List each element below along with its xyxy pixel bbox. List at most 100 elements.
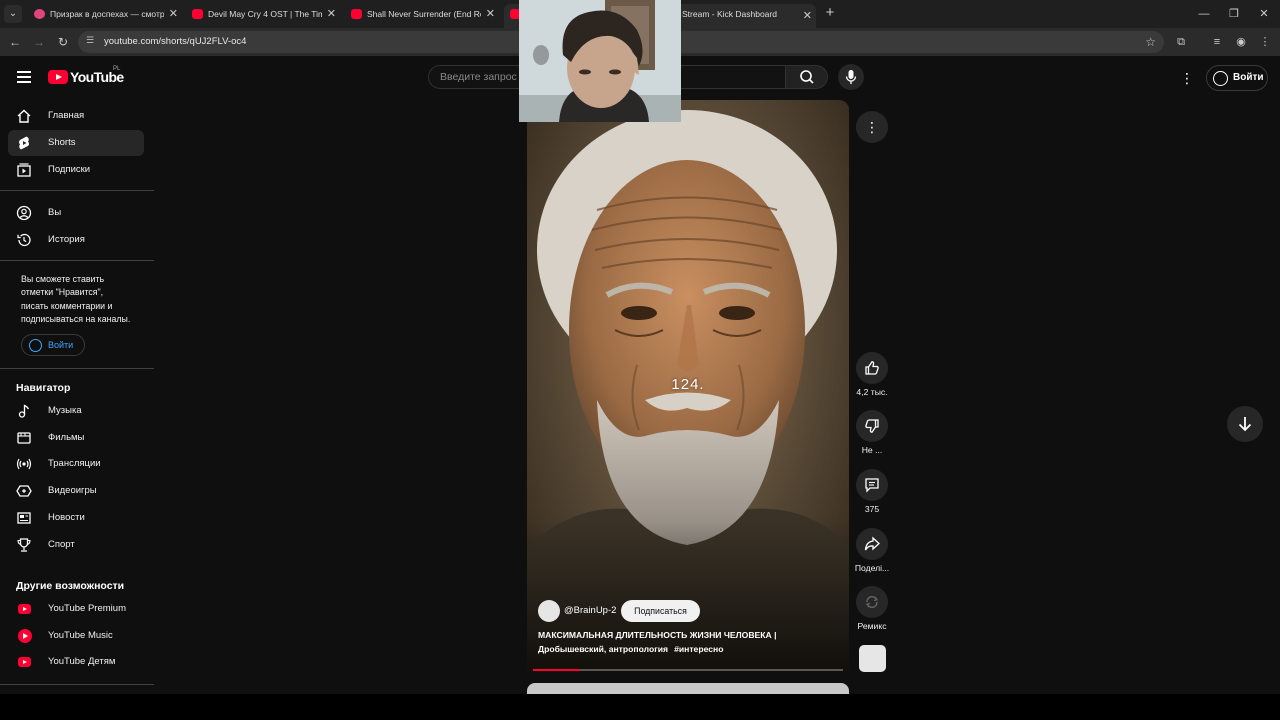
comments-button[interactable]: 375 (852, 469, 892, 514)
trophy-icon (17, 538, 31, 552)
subscriptions-icon (17, 163, 31, 177)
tab-close-icon[interactable]: ✕ (169, 4, 178, 24)
tab-search-chevron-icon[interactable]: ⌄ (4, 5, 22, 23)
dislike-circle (856, 410, 888, 442)
promo-line: Вы сможете ставить (21, 274, 105, 284)
region-code: PL (113, 66, 121, 72)
sidebar-item-subscriptions[interactable]: Подписки (8, 157, 144, 183)
shorts-icon (19, 136, 29, 150)
bottom-bar (0, 694, 1280, 720)
guide-menu-icon[interactable] (14, 68, 34, 88)
live-broadcast-icon (16, 458, 32, 470)
playback-progress-bar[interactable] (533, 669, 843, 671)
sign-in-button[interactable]: Войти (1206, 65, 1268, 91)
share-arrow-icon (864, 536, 880, 551)
browser-tab[interactable]: Призрак в доспехах — смотреть ✕ (28, 4, 182, 24)
youtube-kids-icon (18, 657, 31, 667)
comments-circle (856, 469, 888, 501)
tab-close-icon[interactable]: ✕ (803, 6, 812, 26)
dislike-button[interactable]: Не ... (852, 410, 892, 455)
tab-title: Devil May Cry 4 OST | The Time (208, 9, 322, 19)
account-icon (1213, 71, 1228, 86)
sidebar-item-you[interactable]: Вы (8, 200, 144, 226)
sidebar-item-label: Спорт (48, 539, 75, 550)
sign-in-label: Войти (1233, 72, 1264, 83)
extensions-icon[interactable]: ⧉ (1172, 33, 1190, 51)
new-tab-button[interactable]: + (822, 3, 838, 23)
remix-button[interactable]: Ремикс (852, 586, 892, 631)
youtube-premium-icon (18, 604, 31, 614)
navigator-heading: Навигатор (16, 382, 71, 394)
more-from-youtube-heading: Другие возможности (16, 580, 125, 592)
sidebar-item-label: История (48, 234, 85, 245)
sidebar-item-label: Трансляции (48, 458, 101, 469)
profile-icon[interactable]: ◉ (1232, 33, 1250, 51)
site-info-icon[interactable]: ☰ (86, 35, 98, 49)
sidebar-item-home[interactable]: Главная (8, 103, 144, 129)
tab-favicon-icon (351, 9, 362, 19)
film-icon (17, 432, 31, 444)
promo-line: писать комментарии и (21, 300, 113, 311)
close-window-icon[interactable]: ✕ (1250, 4, 1278, 24)
sidebar-item-label: Видеоигры (48, 485, 97, 496)
thumbs-down-icon (865, 419, 879, 433)
browser-menu-icon[interactable]: ⋮ (1256, 33, 1274, 51)
sidebar-item-label: Музыка (48, 405, 82, 416)
sidebar-item-history[interactable]: История (8, 227, 144, 253)
address-url: youtube.com/shorts/qUJ2FLV-oc4 (104, 36, 247, 47)
thumbs-up-icon (865, 361, 879, 375)
comment-count: 375 (864, 504, 880, 514)
back-arrow-icon[interactable]: ← (6, 33, 24, 51)
search-icon (800, 70, 814, 84)
sidebar-item-live[interactable]: Трансляции (8, 451, 144, 477)
like-button[interactable]: 4,2 тыс. (852, 352, 892, 397)
hashtag-link[interactable]: #интересно (674, 644, 723, 654)
sidebar-item-label: Shorts (48, 137, 76, 148)
short-title[interactable]: МАКСИМАЛЬНАЯ ДЛИТЕЛЬНОСТЬ ЖИЗНИ ЧЕЛОВЕКА… (538, 629, 838, 656)
tab-favicon-icon (34, 9, 45, 19)
reload-icon[interactable]: ↻ (54, 33, 72, 51)
browser-tab[interactable]: Devil May Cry 4 OST | The Time ✕ (186, 4, 340, 24)
sidebar-item-music[interactable]: Музыка (8, 398, 144, 424)
sidebar-item-youtube-music[interactable]: YouTube Music (8, 623, 144, 649)
sidebar-item-shorts[interactable]: Shorts (8, 130, 144, 156)
search-button[interactable] (786, 65, 828, 89)
sidebar-item-youtube-kids[interactable]: YouTube Детям (8, 649, 144, 675)
forward-arrow-icon[interactable]: → (30, 33, 48, 51)
bookmark-star-icon[interactable]: ☆ (1145, 31, 1156, 53)
sidebar-item-youtube-premium[interactable]: YouTube Premium (8, 596, 144, 622)
account-icon (29, 339, 42, 352)
remix-label: Ремикс (857, 621, 887, 631)
tab-title: Stream - Kick Dashboard (682, 9, 777, 19)
channel-thumbnail[interactable] (859, 645, 886, 672)
media-controls-icon[interactable]: ≡ (1208, 33, 1226, 51)
youtube-music-icon (18, 629, 32, 643)
minimize-window-icon[interactable]: — (1190, 4, 1218, 24)
next-short-button[interactable] (1227, 406, 1263, 442)
sidebar-sign-in-label: Войти (48, 340, 74, 350)
sidebar-item-news[interactable]: Новости (8, 505, 144, 531)
sidebar-divider (0, 190, 154, 191)
sign-in-promo-text: Вы сможете ставить отметки "Нравится", п… (21, 273, 146, 327)
shorts-video-player[interactable]: 124. @BrainUp-2 Подписаться МАКСИМАЛЬНАЯ… (527, 100, 849, 673)
browser-tab[interactable]: Shall Never Surrender (End Roll ✕ (345, 4, 499, 24)
sidebar-item-movies[interactable]: Фильмы (8, 425, 144, 451)
sidebar-sign-in-button[interactable]: Войти (21, 334, 85, 356)
tab-close-icon[interactable]: ✕ (486, 4, 495, 24)
voice-search-button[interactable] (838, 64, 864, 90)
restore-window-icon[interactable]: ❐ (1220, 4, 1248, 24)
search-placeholder: Введите запрос (440, 71, 517, 83)
sidebar-item-gaming[interactable]: Видеоигры (8, 478, 144, 504)
sidebar-item-sports[interactable]: Спорт (8, 532, 144, 558)
short-more-options-icon[interactable]: ⋮ (856, 111, 888, 143)
channel-avatar[interactable] (538, 600, 560, 622)
tab-close-icon[interactable]: ✕ (327, 4, 336, 24)
comment-icon (865, 478, 879, 493)
tab-title: Призрак в доспехах — смотреть (50, 9, 164, 19)
share-button[interactable]: Поделі... (852, 528, 892, 573)
channel-name[interactable]: @BrainUp-2 (564, 600, 616, 622)
like-count: 4,2 тыс. (856, 387, 888, 397)
next-short-preview (527, 683, 849, 694)
settings-menu-icon[interactable]: ⋮ (1180, 68, 1194, 88)
subscribe-button[interactable]: Подписаться (621, 600, 700, 622)
